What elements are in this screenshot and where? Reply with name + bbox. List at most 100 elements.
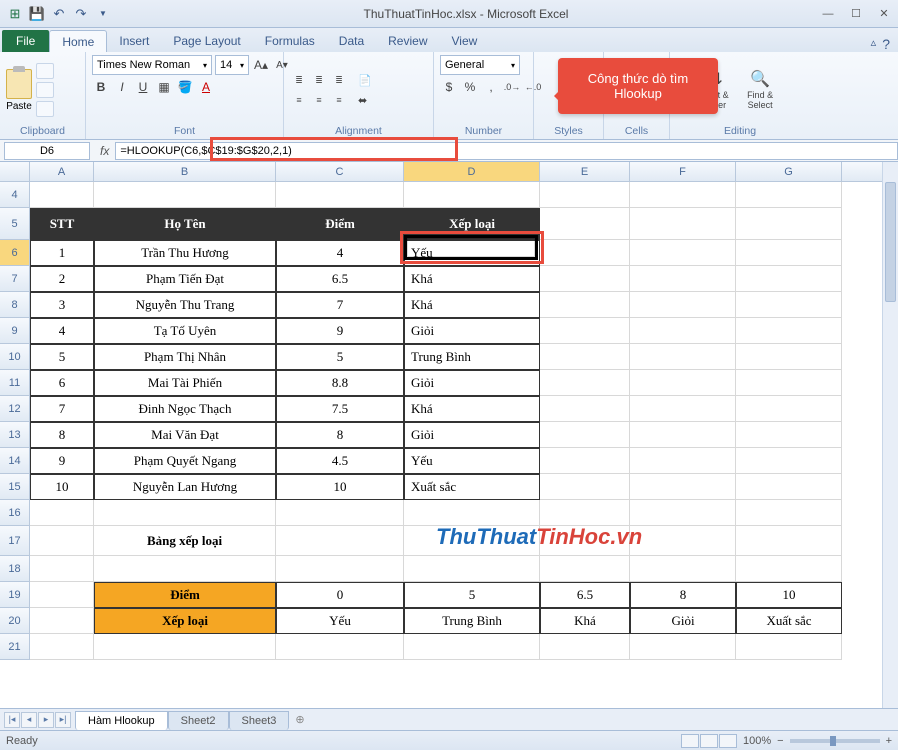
- cell[interactable]: Trung Bình: [404, 344, 540, 370]
- align-bottom[interactable]: ≣: [330, 71, 348, 89]
- cell[interactable]: [540, 344, 630, 370]
- cell[interactable]: [30, 500, 94, 526]
- cell[interactable]: [94, 500, 276, 526]
- cell[interactable]: Khá: [404, 292, 540, 318]
- cell[interactable]: [540, 474, 630, 500]
- col-header-b[interactable]: B: [94, 162, 276, 181]
- cell[interactable]: [630, 370, 736, 396]
- row-header[interactable]: 11: [0, 370, 30, 396]
- row-header[interactable]: 20: [0, 608, 30, 634]
- cell[interactable]: [540, 396, 630, 422]
- currency-button[interactable]: $: [440, 78, 458, 96]
- cell[interactable]: [94, 556, 276, 582]
- zoom-out-button[interactable]: −: [777, 735, 783, 747]
- cell[interactable]: [736, 292, 842, 318]
- cell[interactable]: Trung Bình: [404, 608, 540, 634]
- save-icon[interactable]: 💾: [28, 5, 46, 23]
- cell[interactable]: [94, 634, 276, 660]
- cell[interactable]: 6: [30, 370, 94, 396]
- cell[interactable]: [736, 266, 842, 292]
- cell[interactable]: [630, 292, 736, 318]
- cell[interactable]: Phạm Quyết Ngang: [94, 448, 276, 474]
- cell[interactable]: Khá: [404, 396, 540, 422]
- close-button[interactable]: ✕: [870, 4, 898, 24]
- cell[interactable]: [404, 634, 540, 660]
- cell[interactable]: 10: [30, 474, 94, 500]
- fill-color-button[interactable]: 🪣: [176, 78, 194, 96]
- cell[interactable]: [540, 634, 630, 660]
- cell[interactable]: 4: [276, 240, 404, 266]
- cell[interactable]: Nguyễn Thu Trang: [94, 292, 276, 318]
- align-top[interactable]: ≣: [290, 71, 308, 89]
- cell[interactable]: Họ Tên: [94, 208, 276, 240]
- cell[interactable]: Bảng xếp loại: [94, 526, 276, 556]
- align-left[interactable]: ≡: [290, 91, 308, 109]
- font-size-select[interactable]: 14▾: [215, 55, 249, 75]
- undo-icon[interactable]: ↶: [50, 5, 68, 23]
- cell[interactable]: [540, 556, 630, 582]
- row-header[interactable]: 18: [0, 556, 30, 582]
- name-box[interactable]: D6: [4, 142, 90, 160]
- align-right[interactable]: ≡: [330, 91, 348, 109]
- cell[interactable]: [630, 182, 736, 208]
- cell[interactable]: Yếu: [276, 608, 404, 634]
- increase-decimal-button[interactable]: .0→: [503, 78, 521, 96]
- cell[interactable]: [276, 500, 404, 526]
- zoom-level[interactable]: 100%: [743, 735, 771, 747]
- qat-dropdown-icon[interactable]: ▼: [94, 5, 112, 23]
- cell[interactable]: 5: [276, 344, 404, 370]
- tab-insert[interactable]: Insert: [107, 30, 161, 52]
- cell[interactable]: 6.5: [540, 582, 630, 608]
- cell[interactable]: [736, 474, 842, 500]
- cell[interactable]: 8: [30, 422, 94, 448]
- row-header[interactable]: 14: [0, 448, 30, 474]
- increase-font-icon[interactable]: A▴: [252, 56, 270, 74]
- sheet-nav-first[interactable]: |◂: [4, 712, 20, 728]
- cell[interactable]: 7: [30, 396, 94, 422]
- cell[interactable]: [30, 582, 94, 608]
- sheet-tab-active[interactable]: Hàm Hlookup: [75, 711, 168, 730]
- cell[interactable]: [630, 448, 736, 474]
- row-header[interactable]: 19: [0, 582, 30, 608]
- cell[interactable]: Mai Văn Đạt: [94, 422, 276, 448]
- fx-icon[interactable]: fx: [94, 144, 115, 158]
- vertical-scrollbar[interactable]: [882, 162, 898, 722]
- tab-page-layout[interactable]: Page Layout: [161, 30, 252, 52]
- tab-home[interactable]: Home: [49, 30, 107, 52]
- cell[interactable]: [94, 182, 276, 208]
- row-header[interactable]: 16: [0, 500, 30, 526]
- cell[interactable]: [630, 556, 736, 582]
- cell[interactable]: [630, 318, 736, 344]
- maximize-button[interactable]: ☐: [842, 4, 870, 24]
- col-header-e[interactable]: E: [540, 162, 630, 181]
- cell[interactable]: [404, 182, 540, 208]
- worksheet-grid[interactable]: A B C D E F G 45STTHọ TênĐiểmXếp loại61T…: [0, 162, 898, 722]
- cell[interactable]: 0: [276, 582, 404, 608]
- cell[interactable]: Tạ Tố Uyên: [94, 318, 276, 344]
- col-header-d[interactable]: D: [404, 162, 540, 181]
- cell[interactable]: [540, 422, 630, 448]
- zoom-in-button[interactable]: +: [886, 735, 892, 747]
- border-button[interactable]: ▦: [155, 78, 173, 96]
- cell[interactable]: [276, 182, 404, 208]
- cell[interactable]: 3: [30, 292, 94, 318]
- cell[interactable]: [540, 208, 630, 240]
- cell[interactable]: [276, 634, 404, 660]
- cell[interactable]: Phạm Thị Nhân: [94, 344, 276, 370]
- cell[interactable]: [540, 266, 630, 292]
- cell[interactable]: [630, 240, 736, 266]
- row-header[interactable]: 9: [0, 318, 30, 344]
- cell[interactable]: [630, 526, 736, 556]
- wrap-text-button[interactable]: 📄: [358, 71, 372, 89]
- comma-button[interactable]: ,: [482, 78, 500, 96]
- percent-button[interactable]: %: [461, 78, 479, 96]
- row-header[interactable]: 8: [0, 292, 30, 318]
- cell[interactable]: Xuất sắc: [736, 608, 842, 634]
- row-header[interactable]: 15: [0, 474, 30, 500]
- tab-view[interactable]: View: [440, 30, 490, 52]
- cell[interactable]: Khá: [540, 608, 630, 634]
- sheet-nav-prev[interactable]: ◂: [21, 712, 37, 728]
- cell[interactable]: 5: [30, 344, 94, 370]
- new-sheet-button[interactable]: ⊕: [289, 713, 310, 726]
- formula-input[interactable]: =HLOOKUP(C6,$C$19:$G$20,2,1): [115, 142, 898, 160]
